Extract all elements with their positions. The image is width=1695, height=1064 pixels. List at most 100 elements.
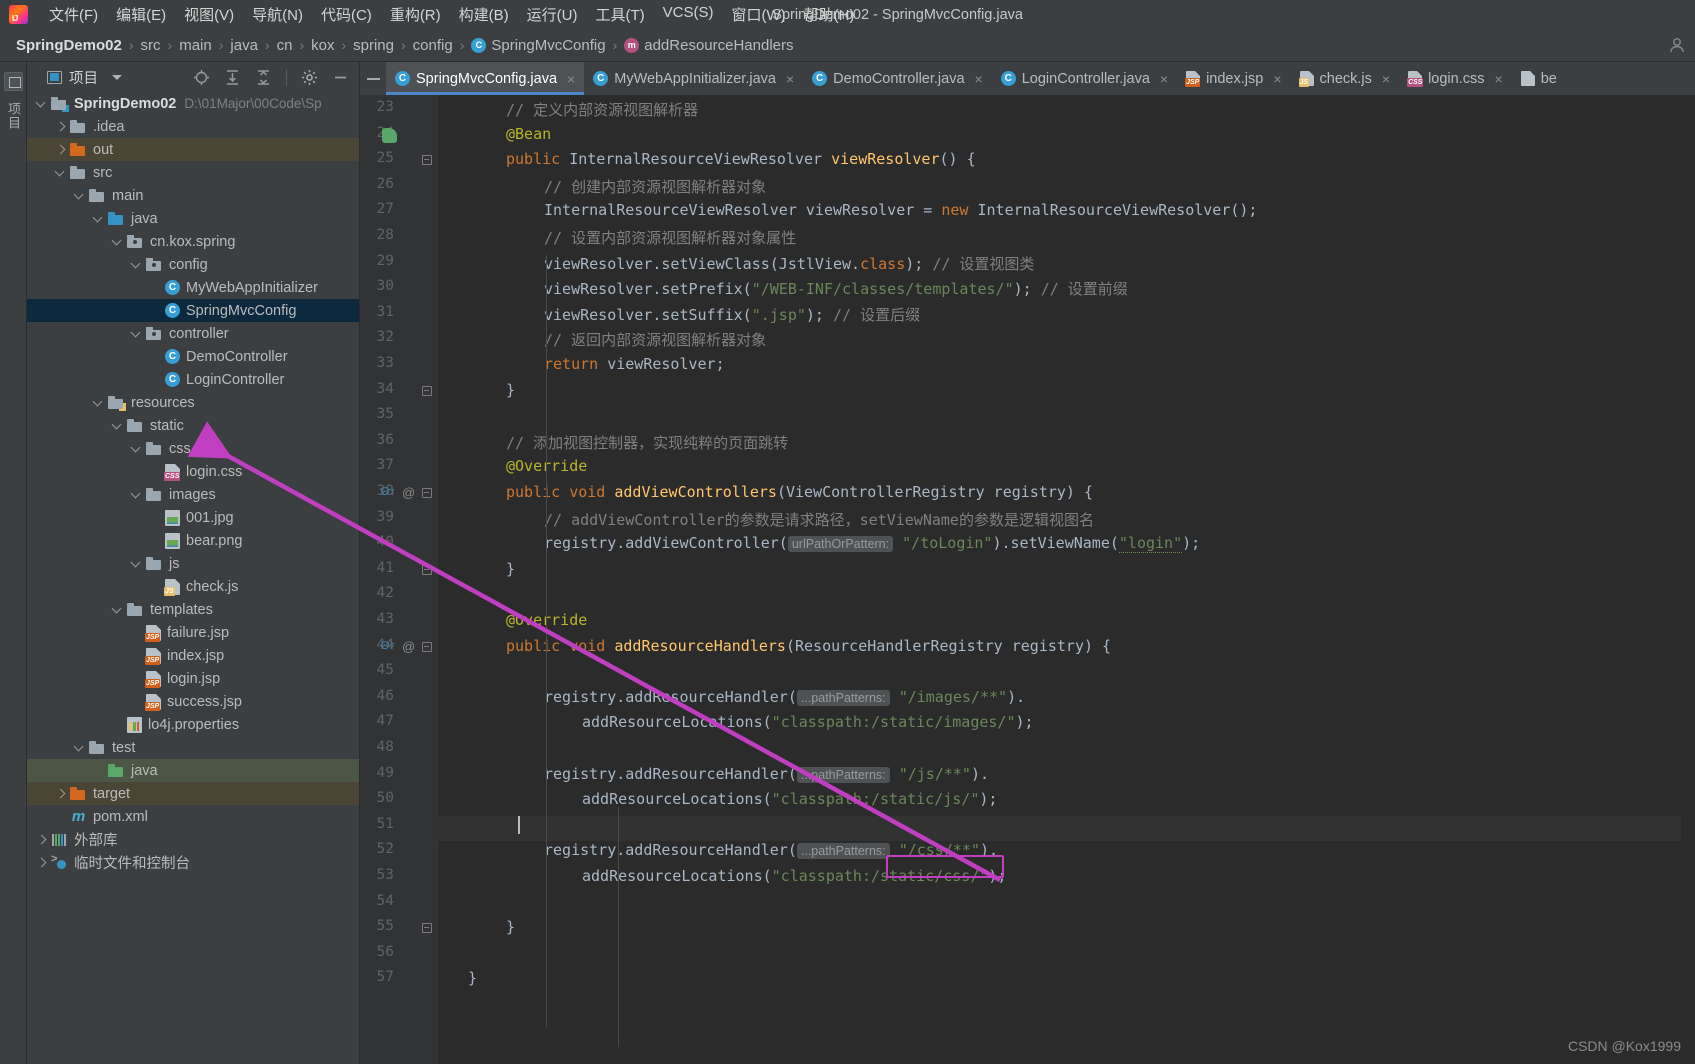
tree-node-js[interactable]: js (27, 552, 359, 575)
menu-build[interactable]: 构建(B) (450, 1, 518, 28)
code-line[interactable]: @Override (438, 611, 1695, 637)
code-line[interactable] (438, 893, 1695, 919)
code-line[interactable]: // 设置内部资源视图解析器对象属性 (438, 227, 1695, 253)
editor-tab-mywebappinitializer-java[interactable]: C MyWebAppInitializer.java × (584, 62, 803, 95)
close-icon[interactable]: × (1495, 71, 1503, 87)
menu-refactor[interactable]: 重构(R) (381, 1, 450, 28)
code-line[interactable] (438, 662, 1695, 688)
stripe-label-project[interactable]: 项目 (4, 102, 23, 130)
spring-bean-gutter-icon[interactable] (382, 127, 397, 143)
menu-vcs[interactable]: VCS(S) (654, 1, 723, 28)
code-line[interactable] (438, 944, 1695, 970)
tree-node-springdemo02[interactable]: SpringDemo02 D:\01Major\00Code\Sp (27, 92, 359, 115)
menu-run[interactable]: 运行(U) (518, 1, 587, 28)
tree-node-failure-jsp[interactable]: JSP failure.jsp (27, 621, 359, 644)
menu-view[interactable]: 视图(V) (175, 1, 243, 28)
expand-all-icon[interactable] (224, 69, 241, 86)
close-icon[interactable]: × (975, 71, 983, 87)
hide-window-icon[interactable] (332, 69, 349, 86)
breadcrumb-item[interactable]: src (141, 37, 161, 54)
chevron-down-icon[interactable] (94, 398, 103, 407)
chevron-right-icon[interactable] (56, 789, 65, 798)
chevron-down-icon[interactable] (113, 421, 122, 430)
close-icon[interactable]: × (1160, 71, 1168, 87)
chevron-down-icon[interactable] (56, 168, 65, 177)
tree-node-democontroller[interactable]: C DemoController (27, 345, 359, 368)
tree-node-test[interactable]: test (27, 736, 359, 759)
code-editor[interactable]: 23242526272829303132333435363738⊙↑@39404… (360, 95, 1695, 1064)
code-line[interactable]: // 创建内部资源视图解析器对象 (438, 176, 1695, 202)
code-line[interactable]: registry.addResourceHandler(...pathPatte… (438, 841, 1695, 867)
close-icon[interactable]: × (567, 71, 575, 87)
breadcrumb-item[interactable]: java (230, 37, 258, 54)
chevron-down-icon[interactable] (132, 260, 141, 269)
code-line[interactable]: // addViewController的参数是请求路径，setViewName… (438, 509, 1695, 535)
locate-icon[interactable] (193, 69, 210, 86)
chevron-down-icon[interactable] (112, 74, 122, 80)
editor-tab-democontroller-java[interactable]: C DemoController.java × (803, 62, 992, 95)
tree-node-target[interactable]: target (27, 782, 359, 805)
editor-tab-be[interactable]: be (1512, 62, 1566, 95)
code-line[interactable]: registry.addResourceHandler(...pathPatte… (438, 765, 1695, 791)
fold-marker[interactable] (422, 641, 432, 652)
tree-node-lo4j-properties[interactable]: lo4j.properties (27, 713, 359, 736)
fold-marker[interactable] (422, 488, 432, 498)
breadcrumb-item[interactable]: spring (353, 37, 394, 54)
code-line[interactable]: addResourceLocations("classpath:/static/… (438, 867, 1695, 893)
close-icon[interactable]: × (1382, 71, 1390, 87)
chevron-down-icon[interactable] (132, 490, 141, 499)
tree-node-images[interactable]: images (27, 483, 359, 506)
code-content[interactable]: // 定义内部资源视图解析器 @Bean public InternalResour… (438, 95, 1695, 1064)
code-line[interactable]: public void addResourceHandlers(Resource… (438, 637, 1695, 663)
tree-node-main[interactable]: main (27, 184, 359, 207)
gear-icon[interactable] (301, 69, 318, 86)
fold-marker[interactable] (422, 564, 432, 575)
chevron-down-icon[interactable] (132, 329, 141, 338)
code-line[interactable]: // 返回内部资源视图解析器对象 (438, 329, 1695, 355)
code-line[interactable] (438, 585, 1695, 611)
code-line[interactable]: viewResolver.setPrefix("/WEB-INF/classes… (438, 278, 1695, 304)
account-icon[interactable] (1667, 35, 1687, 55)
tree-node-bear-png[interactable]: bear.png (27, 529, 359, 552)
code-line[interactable]: // 添加视图控制器，实现纯粹的页面跳转 (438, 432, 1695, 458)
menu-tools[interactable]: 工具(T) (586, 1, 653, 28)
code-line[interactable]: viewResolver.setSuffix(".jsp"); // 设置后缀 (438, 304, 1695, 330)
editor-gutter[interactable]: 23242526272829303132333435363738⊙↑@39404… (360, 95, 438, 1064)
breadcrumb-item[interactable]: kox (311, 37, 334, 54)
tree-node-cn-kox-spring[interactable]: cn.kox.spring (27, 230, 359, 253)
chevron-down-icon[interactable] (94, 214, 103, 223)
menu-navigate[interactable]: 导航(N) (243, 1, 312, 28)
chevron-down-icon[interactable] (113, 237, 122, 246)
tree-node-out[interactable]: out (27, 138, 359, 161)
breadcrumb[interactable]: SpringDemo02 › src › main › java › cn › kox › spring… (0, 29, 1695, 62)
code-line[interactable]: // 定义内部资源视图解析器 (438, 99, 1695, 125)
code-line[interactable]: @Override (438, 457, 1695, 483)
editor-scrollbar[interactable] (1681, 95, 1695, 1064)
code-line[interactable]: addResourceLocations("classpath:/static/… (438, 713, 1695, 739)
tree-node-login-css[interactable]: CSS login.css (27, 460, 359, 483)
breadcrumb-item[interactable]: cn (277, 37, 293, 54)
code-line[interactable]: public void addViewControllers(ViewContr… (438, 483, 1695, 509)
tree-node-java[interactable]: java (27, 759, 359, 782)
close-icon[interactable]: × (1273, 71, 1281, 87)
chevron-down-icon[interactable] (132, 559, 141, 568)
code-line[interactable] (438, 815, 1695, 842)
chevron-right-icon[interactable] (37, 835, 46, 844)
project-tool-window-icon[interactable] (4, 72, 23, 91)
tree-node-login-jsp[interactable]: JSP login.jsp (27, 667, 359, 690)
code-line[interactable]: } (438, 381, 1695, 407)
code-line[interactable]: registry.addViewController(urlPathOrPatt… (438, 534, 1695, 560)
chevron-down-icon[interactable] (37, 99, 46, 108)
editor-tab-springmvcconfig-java[interactable]: C SpringMvcConfig.java × (386, 62, 585, 95)
breadcrumb-item[interactable]: SpringDemo02 (16, 37, 122, 54)
fold-marker[interactable] (422, 385, 432, 396)
code-line[interactable]: addResourceLocations("classpath:/static/… (438, 790, 1695, 816)
code-line[interactable]: public InternalResourceViewResolver view… (438, 150, 1695, 176)
chevron-down-icon[interactable] (75, 743, 84, 752)
chevron-right-icon[interactable] (37, 858, 46, 867)
chevron-down-icon[interactable] (75, 191, 84, 200)
code-line[interactable]: } (438, 560, 1695, 586)
tree-node---------[interactable]: 临时文件和控制台 (27, 851, 359, 874)
tree-node-springmvcconfig[interactable]: C SpringMvcConfig (27, 299, 359, 322)
breadcrumb-item[interactable]: config (413, 37, 453, 54)
